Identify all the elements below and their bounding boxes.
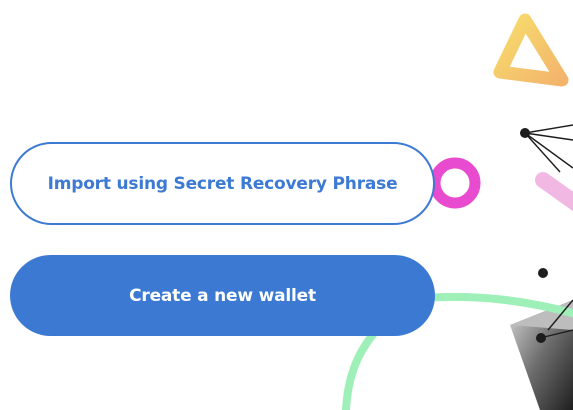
dark-pyramid — [510, 300, 573, 410]
ring-shape — [429, 157, 481, 209]
import-secret-recovery-phrase-button[interactable]: Import using Secret Recovery Phrase — [10, 142, 435, 225]
triangle-shape — [493, 13, 569, 87]
pill-shape — [535, 172, 573, 212]
onboarding-screen: Import using Secret Recovery Phrase Crea… — [0, 0, 573, 410]
create-new-wallet-button[interactable]: Create a new wallet — [10, 255, 435, 336]
node-network — [524, 124, 573, 339]
